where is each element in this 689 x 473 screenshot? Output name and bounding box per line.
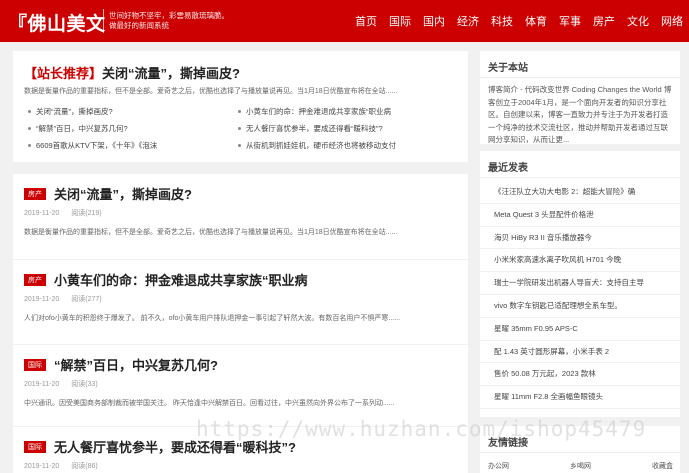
- widget-divider: [480, 177, 680, 178]
- recent-post-item[interactable]: 瑞士一学院研发出机器人导盲犬：支持自主导: [480, 272, 680, 295]
- post-excerpt: 数据是衡量作品的重要指标，但不是全部。爱奇艺之后，优酷也选择了与播放量说再见。当…: [24, 229, 398, 236]
- recent-post-item[interactable]: 星曜 11mm F2.8 全画幅鱼眼镜头: [480, 386, 680, 409]
- category-badge[interactable]: 房产: [24, 187, 46, 200]
- nav-item-culture[interactable]: 文化: [627, 13, 649, 29]
- recent-posts-list: 《汪汪队立大功大电影 2：超能大冒险》确 Meta Quest 3 头显配件价格…: [480, 181, 680, 409]
- post-card: 房产 小黄车们的命：押金难退成共享家族“职业病 2019-11-20 阅读(277)…: [13, 260, 468, 344]
- featured-link[interactable]: “解禁”百日，中兴复苏几何?: [28, 123, 238, 134]
- post-excerpt: 中兴通讯。因受美国商务部制裁而被举国关注。 昨天恰逢中兴解禁百日。回看过往，中兴…: [24, 400, 395, 407]
- featured-link[interactable]: 小黄车们的命：押金难退成共享家族“职业病: [238, 106, 448, 117]
- nav-item-sports[interactable]: 体育: [525, 13, 547, 29]
- recent-post-item[interactable]: 售价 50.08 万元起，2023 款林: [480, 363, 680, 387]
- widget-divider: [480, 452, 680, 453]
- site-logo[interactable]: 『佛山美文: [8, 9, 106, 36]
- post-views: 阅读(277): [71, 296, 102, 303]
- widget-title: 最近发表: [488, 163, 528, 174]
- main-nav: 首页 国际 国内 经济 科技 体育 军事 房产 文化 网络: [343, 0, 683, 42]
- widget-title: 关于本站: [488, 63, 528, 74]
- nav-item-realestate[interactable]: 房产: [593, 13, 615, 29]
- nav-item-network[interactable]: 网络: [661, 13, 683, 29]
- friend-links-widget: 友情链接 办公网 乡喝网 收藏盒: [480, 426, 680, 473]
- post-card: 房产 关闭“流量”，撕掉画皮? 2019-11-20 阅读(219) 数据是衡量作品…: [13, 174, 468, 259]
- recent-post-item[interactable]: 星曜 35mm F0.95 APS-C: [480, 318, 680, 341]
- featured-title-text: 关闭“流量”，撕掉画皮?: [102, 66, 240, 81]
- slogan-line-2: 做最好的新闻系统: [109, 21, 169, 30]
- post-date: 2019-11-20: [24, 381, 60, 388]
- nav-item-economy[interactable]: 经济: [457, 13, 479, 29]
- post-meta: 2019-11-20 阅读(277): [24, 294, 114, 304]
- recent-posts-widget: 最近发表 《汪汪队立大功大电影 2：超能大冒险》确 Meta Quest 3 头…: [480, 151, 680, 417]
- featured-title[interactable]: 【站长推荐】关闭“流量”，撕掉画皮?: [24, 63, 240, 82]
- post-views: 阅读(33): [71, 381, 98, 388]
- nav-item-domestic[interactable]: 国内: [423, 13, 445, 29]
- post-card: 国际 无人餐厅喜忧参半，要成还得看“暖科技”? 2019-11-20 阅读(86): [13, 427, 468, 473]
- site-header: 『佛山美文 世间好物不坚牢，彩雲易散琉璃脆。 做最好的新闻系统 首页 国际 国内…: [0, 0, 689, 42]
- recent-post-item[interactable]: vivo 数字车钥匙已适配理想全系车型。: [480, 295, 680, 318]
- featured-description: 数据是衡量作品的重要指标，但不是全部。爱奇艺之后，优酷也选择了与播放量说再见。当…: [24, 88, 398, 95]
- post-title-text: “解禁”百日，中兴复苏几何?: [54, 358, 218, 373]
- category-badge[interactable]: 国际: [24, 440, 46, 453]
- post-meta: 2019-11-20 阅读(86): [24, 461, 110, 471]
- post-title[interactable]: 国际 “解禁”百日，中兴复苏几何?: [24, 355, 218, 374]
- recent-post-item[interactable]: 海贝 HiBy R3 II 音乐播放器今: [480, 227, 680, 250]
- post-title[interactable]: 国际 无人餐厅喜忧参半，要成还得看“暖科技”?: [24, 437, 296, 456]
- friend-link[interactable]: 办公网: [488, 461, 509, 471]
- friend-link[interactable]: 乡喝网: [570, 461, 591, 471]
- featured-link[interactable]: 从街机到抓娃娃机，硬币经济也将被移动支付: [238, 140, 448, 151]
- post-date: 2019-11-20: [24, 463, 60, 470]
- logo-divider: [103, 9, 104, 33]
- featured-links: 关闭“流量”，撕掉画皮? 小黄车们的命：押金难退成共享家族“职业病 “解禁”百日…: [28, 106, 458, 151]
- category-badge[interactable]: 房产: [24, 273, 46, 286]
- post-title-text: 关闭“流量”，撕掉画皮?: [54, 187, 192, 202]
- recent-post-item[interactable]: 《汪汪队立大功大电影 2：超能大冒险》确: [480, 181, 680, 204]
- widget-title: 友情链接: [488, 438, 528, 449]
- recent-post-item[interactable]: 小米米家高速水离子吹风机 H701 今晚: [480, 249, 680, 273]
- friend-links-list: 办公网 乡喝网 收藏盒: [488, 461, 673, 471]
- about-text: 博客简介 - 代码改变世界 Coding Changes the World 博…: [488, 85, 672, 144]
- nav-item-military[interactable]: 军事: [559, 13, 581, 29]
- widget-divider: [480, 77, 680, 78]
- post-title-text: 无人餐厅喜忧参半，要成还得看“暖科技”?: [54, 440, 296, 455]
- featured-link[interactable]: 无人餐厅喜忧参半，要成还得看“暖科技”?: [238, 123, 448, 134]
- recent-post-item[interactable]: 配 1.43 英寸圆形屏幕，小米手表 2: [480, 341, 680, 364]
- post-title[interactable]: 房产 关闭“流量”，撕掉画皮?: [24, 184, 192, 203]
- post-meta: 2019-11-20 阅读(33): [24, 379, 110, 389]
- category-badge[interactable]: 国际: [24, 358, 46, 371]
- site-slogan: 世间好物不坚牢，彩雲易散琉璃脆。 做最好的新闻系统: [109, 11, 229, 31]
- post-views: 阅读(86): [71, 463, 98, 470]
- nav-item-tech[interactable]: 科技: [491, 13, 513, 29]
- featured-tag: 【站长推荐】: [24, 66, 103, 81]
- slogan-line-1: 世间好物不坚牢，彩雲易散琉璃脆。: [109, 11, 229, 20]
- post-views: 阅读(219): [71, 210, 102, 217]
- post-card: 国际 “解禁”百日，中兴复苏几何? 2019-11-20 阅读(33) 中兴通讯。因…: [13, 345, 468, 426]
- featured-link[interactable]: 关闭“流量”，撕掉画皮?: [28, 106, 238, 117]
- post-date: 2019-11-20: [24, 210, 60, 217]
- post-title[interactable]: 房产 小黄车们的命：押金难退成共享家族“职业病: [24, 270, 308, 289]
- nav-item-international[interactable]: 国际: [389, 13, 411, 29]
- post-title-text: 小黄车们的命：押金难退成共享家族“职业病: [54, 273, 308, 288]
- nav-item-home[interactable]: 首页: [355, 13, 377, 29]
- friend-link[interactable]: 收藏盒: [652, 461, 673, 471]
- post-excerpt: 人们对ofo小黄车的积怨终于爆发了。 前不久，ofo小黄车用户排队退押金一事引起…: [24, 315, 401, 322]
- post-date: 2019-11-20: [24, 296, 60, 303]
- featured-link[interactable]: 6609首歌从KTV下架，《十年》《泡沫: [28, 140, 238, 151]
- recent-post-item[interactable]: Meta Quest 3 头显配件价格泄: [480, 204, 680, 227]
- featured-card: 【站长推荐】关闭“流量”，撕掉画皮? 数据是衡量作品的重要指标，但不是全部。爱奇…: [13, 51, 468, 162]
- about-widget: 关于本站 博客简介 - 代码改变世界 Coding Changes the Wo…: [480, 51, 680, 144]
- post-meta: 2019-11-20 阅读(219): [24, 208, 114, 218]
